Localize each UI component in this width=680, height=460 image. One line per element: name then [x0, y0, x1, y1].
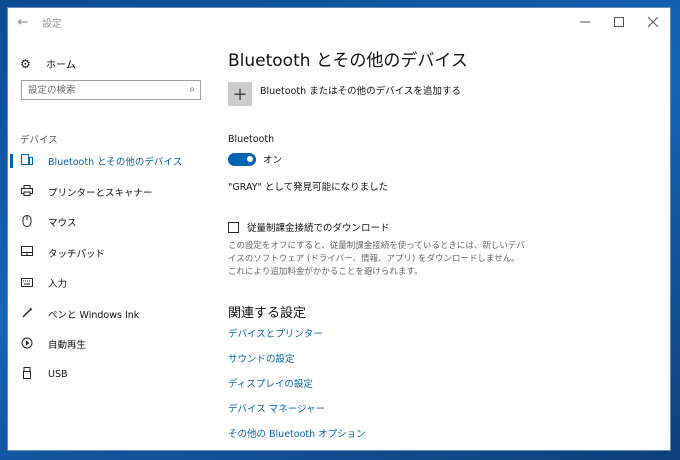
mouse-icon — [20, 214, 34, 230]
sidebar-item-usb[interactable]: USB — [8, 360, 208, 391]
sidebar-item-label: Bluetooth とその他のデバイス — [48, 157, 183, 169]
toggle-state-label: オン — [263, 155, 283, 166]
settings-window: ← 設定 ⚙ ホーム ⌕ デバイス — [8, 8, 670, 450]
sidebar-item-mouse[interactable]: マウス — [8, 207, 208, 238]
sidebar-item-autoplay[interactable]: 自動再生 — [8, 329, 208, 360]
title-bar: ← 設定 — [8, 8, 670, 36]
back-arrow-icon[interactable]: ← — [8, 15, 38, 30]
sidebar: ⚙ ホーム ⌕ デバイス Bluetooth とその他のデバイス プリンターとス… — [8, 36, 208, 450]
discoverable-status: "GRAY" として発見可能になりました — [228, 182, 389, 193]
nav-home[interactable]: ⚙ ホーム — [20, 56, 76, 72]
window-title: 設定 — [42, 18, 62, 30]
sidebar-item-bluetooth[interactable]: Bluetooth とその他のデバイス — [8, 146, 208, 177]
close-icon — [648, 17, 658, 27]
sidebar-item-label: タッチパッド — [48, 248, 106, 260]
sidebar-item-label: プリンターとスキャナー — [48, 187, 153, 199]
page-title: Bluetooth とその他のデバイス — [228, 51, 468, 71]
sidebar-item-pen[interactable]: ペンと Windows Ink — [8, 299, 208, 330]
toggle-knob — [247, 156, 253, 162]
sidebar-item-label: USB — [48, 369, 68, 381]
link-sound-settings[interactable]: サウンドの設定 — [228, 353, 366, 378]
minimize-button[interactable] — [568, 8, 602, 36]
main-content: Bluetooth とその他のデバイス + Bluetooth またはその他のデ… — [228, 36, 658, 450]
sidebar-item-touchpad[interactable]: タッチパッド — [8, 238, 208, 269]
bluetooth-devices-icon — [20, 154, 34, 168]
sidebar-item-input[interactable]: 入力 — [8, 268, 208, 299]
close-button[interactable] — [636, 8, 670, 36]
metered-checkbox[interactable] — [228, 221, 239, 233]
metered-download-option[interactable]: 従量制課金接続でのダウンロード — [228, 220, 390, 234]
section-header: デバイス — [20, 135, 58, 146]
link-device-manager[interactable]: デバイス マネージャー — [228, 403, 366, 428]
related-links: デバイスとプリンター サウンドの設定 ディスプレイの設定 デバイス マネージャー… — [228, 328, 366, 450]
gear-icon: ⚙ — [20, 56, 31, 71]
nav-home-label: ホーム — [46, 60, 76, 71]
sidebar-item-label: 入力 — [48, 279, 68, 291]
link-more-bluetooth-options[interactable]: その他の Bluetooth オプション — [228, 428, 366, 450]
search-icon[interactable]: ⌕ — [189, 84, 195, 95]
metered-description: この設定をオフにすると、従量制課金接続を使っているときには、新しいデバイスのソフ… — [228, 241, 525, 277]
related-settings-header: 関連する設定 — [228, 306, 307, 321]
add-device-button[interactable]: + Bluetooth またはその他のデバイスを追加する — [228, 82, 461, 106]
plus-icon: + — [228, 82, 252, 106]
sidebar-item-label: ペンと Windows Ink — [48, 309, 140, 321]
minimize-icon — [580, 21, 590, 23]
add-device-label: Bluetooth またはその他のデバイスを追加する — [260, 86, 461, 97]
keyboard-icon — [20, 277, 34, 290]
printer-icon — [20, 184, 34, 199]
link-display-settings[interactable]: ディスプレイの設定 — [228, 378, 366, 403]
sidebar-item-printers[interactable]: プリンターとスキャナー — [8, 177, 208, 208]
nav-list: Bluetooth とその他のデバイス プリンターとスキャナー マウス タッチパ… — [8, 146, 208, 390]
bluetooth-label: Bluetooth — [228, 134, 275, 145]
sidebar-item-label: 自動再生 — [48, 340, 87, 352]
maximize-button[interactable] — [602, 8, 636, 36]
pen-icon — [20, 307, 34, 321]
autoplay-icon — [20, 337, 34, 352]
search-box[interactable]: ⌕ — [21, 80, 201, 100]
metered-label: 従量制課金接続でのダウンロード — [247, 223, 390, 234]
bluetooth-toggle[interactable] — [228, 152, 256, 166]
sidebar-item-label: マウス — [48, 218, 77, 230]
maximize-icon — [614, 17, 624, 27]
touchpad-icon — [20, 246, 34, 259]
search-input[interactable] — [22, 83, 180, 97]
link-devices-printers[interactable]: デバイスとプリンター — [228, 328, 366, 353]
usb-icon — [20, 367, 34, 382]
